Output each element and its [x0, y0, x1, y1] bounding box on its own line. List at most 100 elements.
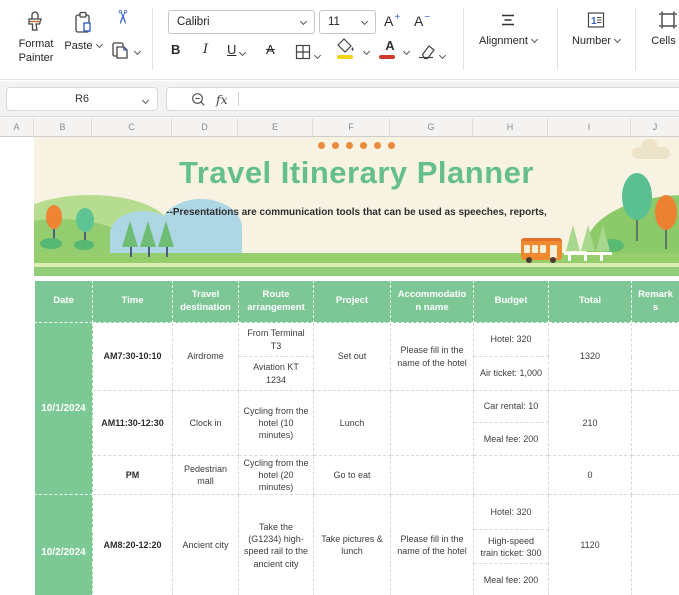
sheet-area[interactable]: Travel Itinerary Planner --Presentations…: [0, 137, 679, 595]
cell-project[interactable]: Lunch: [313, 390, 391, 456]
column-header-g[interactable]: G: [390, 118, 473, 136]
column-header-h[interactable]: H: [473, 118, 548, 136]
bold-button[interactable]: B: [171, 42, 180, 57]
alignment-button[interactable]: Alignment: [467, 10, 549, 48]
cell-accommodation[interactable]: [390, 390, 474, 456]
cell-project[interactable]: Set out: [313, 322, 391, 391]
column-header-i[interactable]: I: [548, 118, 631, 136]
cell-destination[interactable]: Pedestrian mall: [172, 454, 239, 496]
copy-button[interactable]: [102, 40, 146, 67]
chevron-down-icon: [133, 47, 141, 56]
fill-color-swatch: [337, 55, 353, 59]
cell-budget[interactable]: Meal fee: 200: [473, 563, 549, 595]
cell-total[interactable]: 1320: [548, 322, 632, 391]
bus-window: [524, 245, 530, 253]
cell-accommodation[interactable]: Please fill in the name of the hotel: [390, 322, 474, 391]
strikethrough-button[interactable]: A: [266, 42, 275, 57]
cell-budget[interactable]: Air ticket: 1,000: [473, 356, 549, 391]
column-header-c[interactable]: C: [92, 118, 172, 136]
ribbon-separator: [463, 8, 464, 70]
decrease-font-button[interactable]: A −: [414, 13, 430, 30]
borders-button[interactable]: [295, 44, 322, 60]
cell-route[interactable]: Cycling from the hotel (20 minutes): [238, 454, 314, 496]
insert-function-icon[interactable]: fx: [216, 92, 228, 107]
cell-destination[interactable]: Airdrome: [172, 322, 239, 391]
header-remarks[interactable]: Remarks: [631, 280, 679, 323]
cell-remarks[interactable]: [631, 390, 679, 456]
format-painter-icon: [28, 11, 42, 31]
italic-button[interactable]: I: [203, 42, 208, 57]
cell-route[interactable]: Cycling from the hotel (10 minutes): [238, 390, 314, 456]
cell-remarks[interactable]: [631, 494, 679, 595]
cell-time[interactable]: AM11:30-12:30: [92, 390, 173, 456]
formula-bar: R6 fx: [0, 81, 679, 117]
cell-accommodation[interactable]: [390, 454, 474, 496]
decrease-font-icon: A: [414, 13, 424, 29]
cell-route[interactable]: Take the (G1234) high-speed rail to the …: [238, 494, 314, 595]
cell-date[interactable]: 10/2/2024: [34, 494, 93, 595]
chevron-down-icon: [141, 96, 150, 105]
column-header-b[interactable]: B: [34, 118, 92, 136]
bold-icon: B: [171, 42, 181, 57]
zoom-out-icon[interactable]: [191, 92, 206, 107]
header-total[interactable]: Total: [548, 280, 632, 323]
font-size-select[interactable]: 11: [319, 10, 376, 34]
column-header-j[interactable]: J: [631, 118, 679, 136]
header-time[interactable]: Time: [92, 280, 173, 323]
cells-label: Cells: [651, 35, 676, 47]
cell-time[interactable]: AM8:20-12:20: [92, 494, 173, 595]
column-header-e[interactable]: E: [238, 118, 313, 136]
column-header-a[interactable]: A: [0, 118, 34, 136]
underline-button[interactable]: U: [227, 42, 247, 57]
cell-date[interactable]: 10/1/2024: [34, 321, 93, 496]
paste-label: Paste: [64, 40, 93, 52]
cut-button[interactable]: ✂: [106, 8, 136, 27]
cell-total[interactable]: 210: [548, 390, 632, 456]
cell-budget[interactable]: Hotel: 320: [473, 322, 549, 357]
cell-time[interactable]: PM: [92, 454, 173, 496]
number-button[interactable]: 1 Number: [561, 10, 631, 48]
bus-window: [540, 245, 546, 253]
header-project[interactable]: Project: [313, 280, 391, 323]
font-color-button[interactable]: A: [379, 38, 401, 60]
format-painter-button[interactable]: Format Painter: [6, 8, 64, 65]
chevron-down-icon[interactable]: [362, 47, 371, 56]
fill-color-button[interactable]: [337, 38, 359, 60]
cell-budget[interactable]: Meal fee: 200: [473, 422, 549, 456]
chevron-down-icon[interactable]: [402, 47, 411, 56]
header-budget[interactable]: Budget: [473, 280, 549, 323]
column-header-d[interactable]: D: [172, 118, 238, 136]
cell-time[interactable]: AM7:30-10:10: [92, 322, 173, 391]
cell-project[interactable]: Go to eat: [313, 454, 391, 496]
cells-button[interactable]: Cells: [639, 10, 679, 48]
header-accommodation[interactable]: Accommodation name: [390, 280, 474, 323]
fence-shape: [568, 254, 571, 261]
alignment-icon: [502, 14, 514, 26]
paste-button[interactable]: Paste: [60, 10, 106, 53]
cell-remarks[interactable]: [631, 322, 679, 391]
cell-budget[interactable]: [473, 454, 549, 496]
header-date[interactable]: Date: [34, 280, 93, 323]
font-size-value: 11: [328, 16, 340, 28]
increase-font-button[interactable]: A +: [384, 13, 400, 30]
cell-budget[interactable]: High-speed train ticket: 300: [473, 529, 549, 565]
header-destination[interactable]: Travel destination: [172, 280, 239, 323]
cell-budget[interactable]: Car rental: 10: [473, 390, 549, 423]
cell-project[interactable]: Take pictures & lunch: [313, 494, 391, 595]
cell-total[interactable]: 0: [548, 454, 632, 496]
cell-destination[interactable]: Ancient city: [172, 494, 239, 595]
cell-remarks[interactable]: [631, 454, 679, 496]
font-name-select[interactable]: Calibri: [168, 10, 315, 34]
cell-budget[interactable]: Hotel: 320: [473, 494, 549, 531]
cell-accommodation[interactable]: Please fill in the name of the hotel: [390, 494, 474, 595]
ribbon-separator: [152, 8, 153, 70]
cell-total[interactable]: 1120: [548, 494, 632, 595]
name-box[interactable]: R6: [6, 87, 158, 111]
cell-route[interactable]: Aviation KT 1234: [238, 356, 314, 391]
header-route[interactable]: Route arrangement: [238, 280, 314, 323]
decorative-dots: [34, 142, 679, 149]
cell-destination[interactable]: Clock in: [172, 390, 239, 456]
cell-route[interactable]: From Terminal T3: [238, 322, 314, 357]
column-header-f[interactable]: F: [313, 118, 390, 136]
eraser-button[interactable]: [417, 44, 447, 60]
